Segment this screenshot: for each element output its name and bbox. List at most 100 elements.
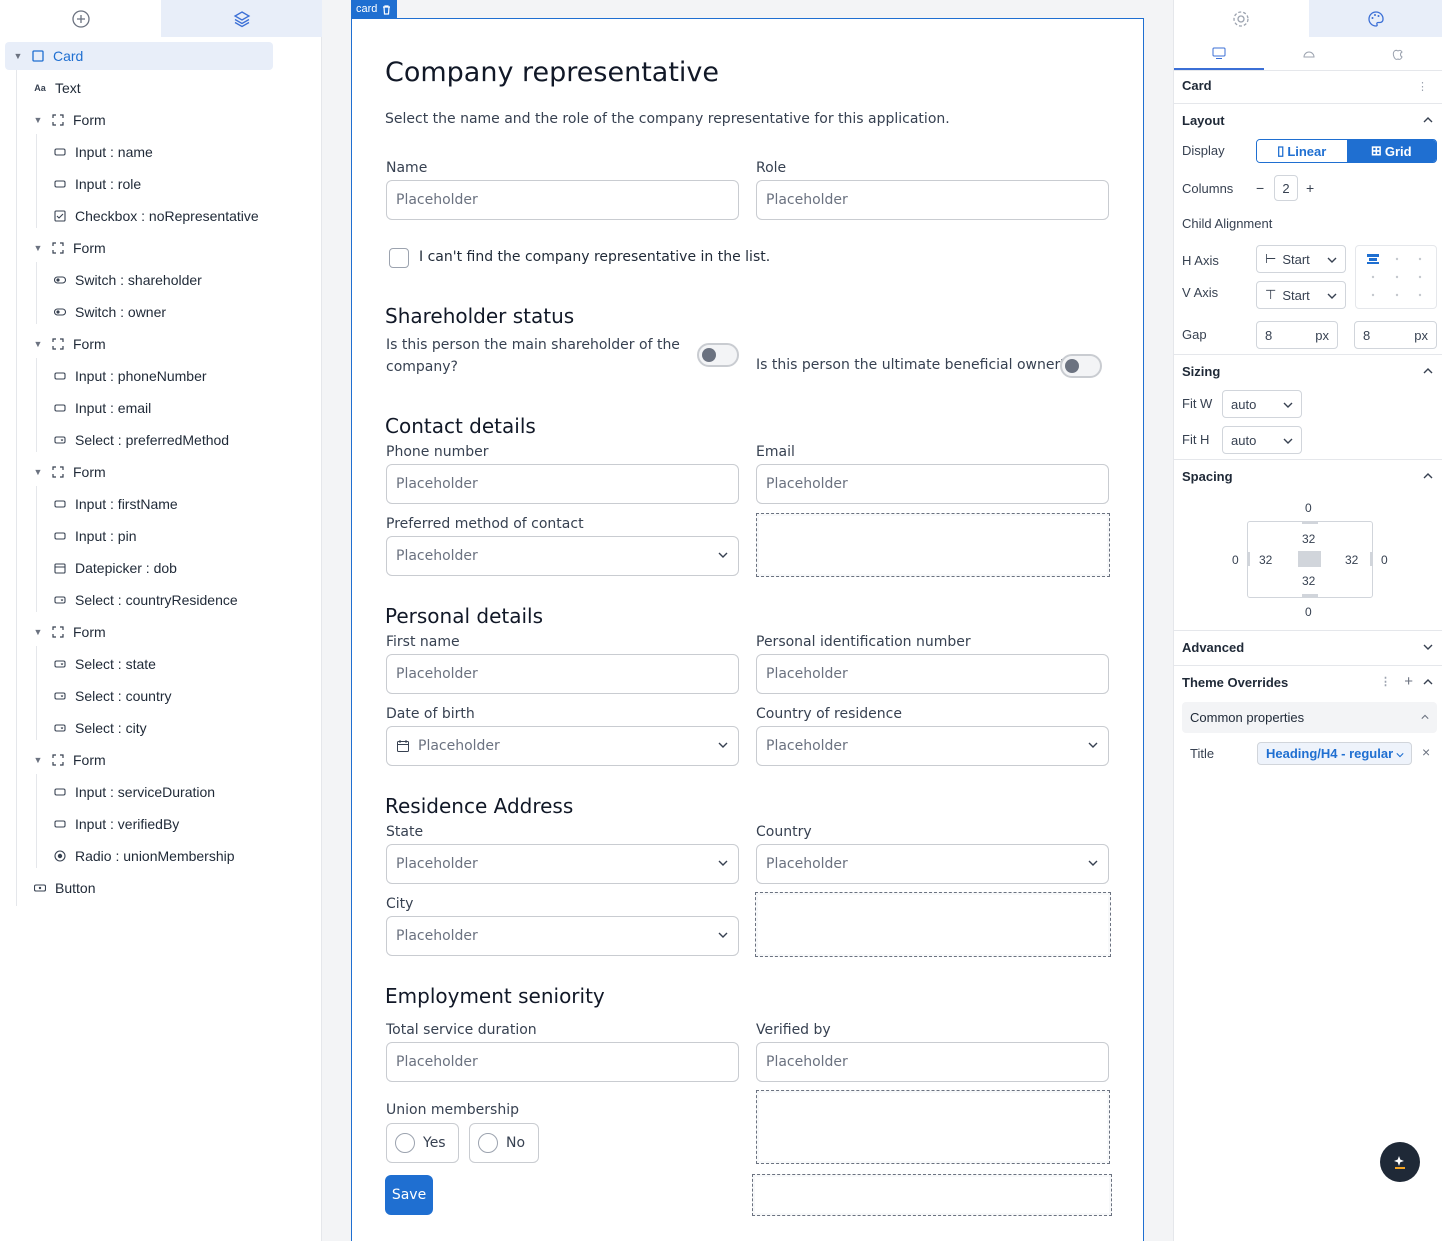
empty-grid-slot — [756, 513, 1110, 577]
advanced-section-header[interactable]: Advanced — [1174, 630, 1442, 664]
owner-switch[interactable] — [1060, 354, 1102, 378]
caret-down-icon[interactable]: ▼ — [33, 115, 43, 125]
tree-item[interactable]: ▼ Form — [33, 746, 106, 774]
v-axis-select[interactable]: ⊤ Start — [1256, 281, 1346, 309]
sizing-section-header[interactable]: Sizing — [1174, 354, 1442, 388]
fit-w-select[interactable]: auto — [1222, 390, 1302, 418]
add-component-tab[interactable] — [0, 0, 161, 37]
caret-down-icon[interactable]: ▼ — [33, 243, 43, 253]
gap-column-input[interactable]: 8 px — [1354, 321, 1437, 349]
margin-right-value[interactable]: 0 — [1381, 553, 1388, 567]
tree-item[interactable]: Datepicker : dob — [53, 554, 177, 582]
pin-input[interactable]: Placeholder — [756, 654, 1109, 694]
tree-item[interactable]: Input : role — [53, 170, 141, 198]
card[interactable]: Company representative Select the name a… — [351, 18, 1144, 1241]
tree-item[interactable]: Switch : shareholder — [53, 266, 202, 294]
card-tag[interactable]: card — [351, 0, 398, 18]
theme-overrides-section-header[interactable]: Theme Overrides ⋮ + — [1174, 665, 1442, 699]
tree-item[interactable]: Input : name — [53, 138, 153, 166]
tree-item[interactable]: Input : serviceDuration — [53, 778, 215, 806]
grid-option[interactable]: ⊞ Grid — [1346, 140, 1436, 162]
fit-h-select[interactable]: auto — [1222, 426, 1302, 454]
margin-top-value[interactable]: 0 — [1305, 501, 1312, 515]
margin-left-value[interactable]: 0 — [1232, 553, 1239, 567]
padding-right-value[interactable]: 32 — [1345, 553, 1358, 567]
trash-icon[interactable] — [381, 4, 392, 15]
tree-item[interactable]: ▼ Form — [33, 234, 106, 262]
close-icon[interactable]: × — [1422, 744, 1430, 760]
caret-down-icon[interactable]: ▼ — [33, 627, 43, 637]
tree-item[interactable]: Select : countryResidence — [53, 586, 238, 614]
role-input[interactable]: Placeholder — [756, 180, 1109, 220]
ai-assistant-button[interactable] — [1380, 1142, 1420, 1182]
padding-bottom-value[interactable]: 32 — [1302, 574, 1315, 588]
columns-input[interactable]: 2 — [1274, 175, 1298, 201]
state-select[interactable]: Placeholder — [386, 844, 739, 884]
tree-item[interactable]: Switch : owner — [53, 298, 166, 326]
tree-item[interactable]: Radio : unionMembership — [53, 842, 235, 870]
tree-item[interactable]: Select : city — [53, 714, 147, 742]
tree-item[interactable]: ▼ Card — [5, 42, 273, 70]
tree-item[interactable]: Input : phoneNumber — [53, 362, 207, 390]
tree-item[interactable]: Button — [33, 874, 95, 902]
caret-down-icon[interactable]: ▼ — [33, 467, 43, 477]
linear-option[interactable]: ▯ Linear — [1257, 140, 1347, 162]
text-icon: Aa — [34, 83, 46, 93]
caret-down-icon[interactable]: ▼ — [33, 755, 43, 765]
margin-bottom-value[interactable]: 0 — [1305, 605, 1312, 619]
tree-item[interactable]: Select : country — [53, 682, 172, 710]
more-vertical-icon[interactable]: ⋮ — [1417, 80, 1428, 93]
gap-row-input[interactable]: 8 px — [1256, 321, 1338, 349]
more-vertical-icon[interactable]: ⋮ — [1380, 675, 1391, 688]
city-select[interactable]: Placeholder — [386, 916, 739, 956]
tree-item[interactable]: Input : email — [53, 394, 151, 422]
increment-button[interactable]: + — [1306, 180, 1314, 196]
radio-yes[interactable]: Yes — [386, 1123, 459, 1163]
tree-item[interactable]: ▼ Form — [33, 458, 106, 486]
plus-icon[interactable]: + — [1404, 673, 1413, 690]
radio-no[interactable]: No — [469, 1123, 539, 1163]
phone-input[interactable]: Placeholder — [386, 464, 739, 504]
name-input[interactable]: Placeholder — [386, 180, 739, 220]
tree-item[interactable]: Input : verifiedBy — [53, 810, 179, 838]
tree-item[interactable]: ▼ Form — [33, 330, 106, 358]
layout-section-header[interactable]: Layout — [1174, 103, 1442, 137]
first-name-input[interactable]: Placeholder — [386, 654, 739, 694]
tree-item-label: Switch : shareholder — [75, 272, 202, 288]
tree-item[interactable]: ▼ Form — [33, 106, 106, 134]
tree-item[interactable]: Input : pin — [53, 522, 137, 550]
dob-datepicker[interactable]: Placeholder — [386, 726, 739, 766]
decrement-button[interactable]: − — [1256, 180, 1264, 196]
tree-item[interactable]: ▼ Form — [33, 618, 106, 646]
android-tab[interactable] — [1264, 37, 1354, 70]
web-tab[interactable] — [1174, 37, 1264, 70]
spacing-section-header[interactable]: Spacing — [1174, 459, 1442, 493]
preferred-method-select[interactable]: Placeholder — [386, 536, 739, 576]
settings-tab[interactable] — [1174, 0, 1309, 37]
tree-item[interactable]: Select : state — [53, 650, 156, 678]
country-select[interactable]: Placeholder — [756, 844, 1109, 884]
service-duration-input[interactable]: Placeholder — [386, 1042, 739, 1082]
tree-item[interactable]: Input : firstName — [53, 490, 178, 518]
caret-down-icon[interactable]: ▼ — [13, 51, 23, 61]
styles-tab[interactable] — [1308, 0, 1442, 37]
no-representative-checkbox[interactable] — [389, 248, 409, 268]
verified-by-input[interactable]: Placeholder — [756, 1042, 1109, 1082]
country-residence-select[interactable]: Placeholder — [756, 726, 1109, 766]
alignment-grid[interactable] — [1355, 245, 1437, 309]
tree-item[interactable]: Aa Text — [33, 74, 80, 102]
ios-tab[interactable] — [1353, 37, 1442, 70]
common-properties-group[interactable]: Common properties — [1182, 702, 1437, 733]
tree-item[interactable]: Checkbox : noRepresentative — [53, 202, 259, 230]
layers-tab[interactable] — [161, 0, 322, 37]
tree-item-label: Select : state — [75, 656, 156, 672]
h-axis-select[interactable]: ⊢ Start — [1256, 245, 1346, 273]
padding-left-value[interactable]: 32 — [1259, 553, 1272, 567]
email-input[interactable]: Placeholder — [756, 464, 1109, 504]
caret-down-icon[interactable]: ▼ — [33, 339, 43, 349]
save-button[interactable]: Save — [385, 1175, 433, 1215]
title-style-select[interactable]: Heading/H4 - regular — [1257, 742, 1412, 765]
tree-item[interactable]: Select : preferredMethod — [53, 426, 229, 454]
shareholder-switch[interactable] — [697, 343, 739, 367]
padding-top-value[interactable]: 32 — [1302, 532, 1315, 546]
